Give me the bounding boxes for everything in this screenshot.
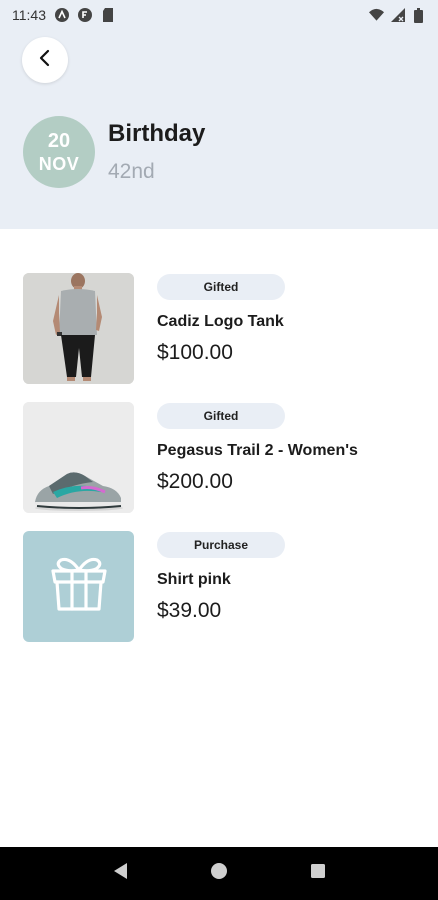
screen: 11:43 20 NOV Birthday 42nd Gifted Cadiz … — [0, 0, 438, 900]
gift-item-pegasus-trail[interactable]: Gifted Pegasus Trail 2 - Women's $200.00 — [0, 402, 438, 514]
nav-home-button[interactable] — [205, 860, 233, 888]
signal-icon — [390, 8, 405, 23]
back-triangle-icon — [112, 862, 128, 885]
sd-card-icon — [100, 8, 115, 23]
item-price: $200.00 — [157, 470, 233, 493]
status-tag: Gifted — [157, 274, 285, 300]
system-nav-bar — [0, 847, 438, 900]
running-shoe-photo — [23, 402, 134, 513]
status-right — [369, 7, 426, 23]
nav-recents-button[interactable] — [304, 860, 332, 888]
date-month: NOV — [38, 154, 80, 174]
item-name: Pegasus Trail 2 - Women's — [157, 442, 358, 459]
event-title: Birthday — [108, 120, 206, 147]
app-b-icon — [77, 8, 92, 23]
status-bar: 11:43 — [0, 0, 438, 30]
item-price: $100.00 — [157, 341, 233, 364]
status-time: 11:43 — [12, 7, 46, 23]
wifi-icon — [369, 8, 384, 23]
item-name: Cadiz Logo Tank — [157, 313, 284, 330]
gift-item-cadiz-logo-tank[interactable]: Gifted Cadiz Logo Tank $100.00 — [0, 273, 438, 385]
status-tag: Purchase — [157, 532, 285, 558]
date-day: 20 — [47, 130, 71, 152]
gift-list: Gifted Cadiz Logo Tank $100.00 Gifted Pe… — [0, 273, 438, 660]
recents-square-icon — [310, 863, 326, 884]
chevron-left-icon — [38, 49, 52, 72]
event-header: 20 NOV Birthday 42nd — [0, 30, 438, 229]
item-price: $39.00 — [157, 599, 222, 622]
tank-top-photo — [23, 273, 134, 384]
back-button[interactable] — [22, 37, 68, 83]
app-a-icon — [54, 8, 69, 23]
event-subtitle: 42nd — [108, 160, 155, 183]
date-badge: 20 NOV — [23, 116, 95, 188]
gift-item-shirt-pink[interactable]: Purchase Shirt pink $39.00 — [0, 531, 438, 643]
nav-back-button[interactable] — [106, 860, 134, 888]
battery-icon — [411, 7, 426, 23]
gift-box-thumbnail — [23, 531, 134, 642]
status-left: 11:43 — [12, 7, 115, 23]
item-name: Shirt pink — [157, 571, 231, 588]
gift-box-icon — [48, 553, 110, 620]
home-circle-icon — [210, 862, 228, 885]
status-tag: Gifted — [157, 403, 285, 429]
